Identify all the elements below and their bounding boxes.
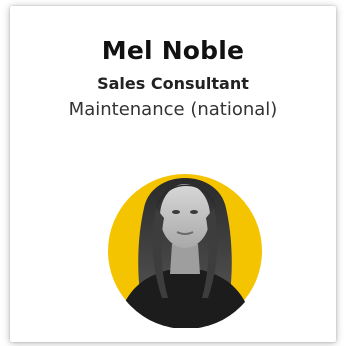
profile-name: Mel Noble [101, 36, 245, 65]
profile-card: Mel Noble Sales Consultant Maintenance (… [10, 6, 336, 342]
profile-photo [106, 148, 264, 328]
profile-department: Maintenance (national) [68, 99, 278, 120]
portrait-photo-icon [108, 174, 262, 328]
page: Mel Noble Sales Consultant Maintenance (… [0, 0, 350, 346]
profile-title: Sales Consultant [97, 74, 249, 93]
